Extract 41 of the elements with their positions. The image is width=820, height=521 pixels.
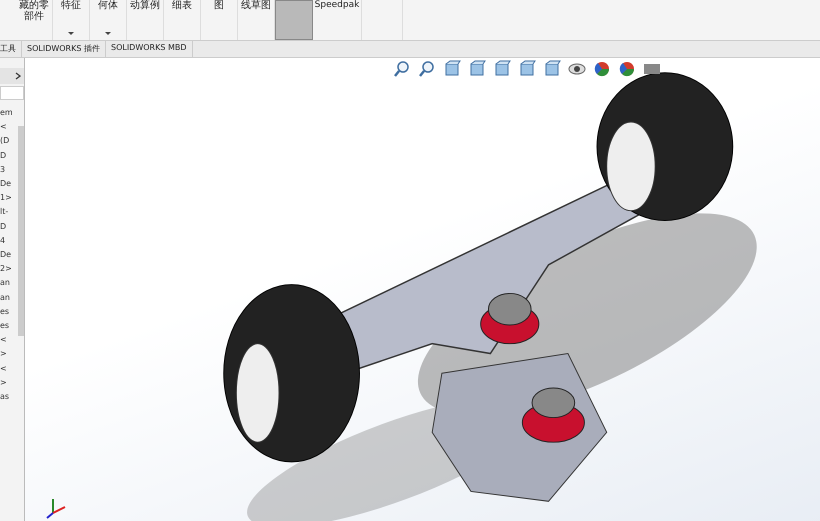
tab[interactable]: 工具 [0,41,22,57]
tree-item[interactable]: lt- [0,205,17,220]
bushing [522,388,585,443]
tree-item[interactable]: es [0,304,17,320]
tree-item[interactable]: 2> [0,262,17,276]
tree-item[interactable]: as [0,390,17,404]
tree-item[interactable]: an [0,276,17,291]
tab[interactable]: SOLIDWORKS 插件 [22,41,106,57]
tree-item[interactable]: es [0,319,17,334]
tree-item[interactable]: D [0,220,17,234]
axis-triad-icon [45,497,67,519]
ribbon-button[interactable]: 特征 [53,0,90,40]
tree-item[interactable]: 1> [0,191,17,206]
tree-item[interactable]: 4 [0,234,17,248]
tree-item[interactable]: em [0,106,17,120]
tree-item[interactable]: > [0,347,17,362]
ribbon-button[interactable]: 动算例 [127,0,164,40]
tree-item[interactable]: < [0,120,17,134]
scrollbar[interactable] [18,126,24,336]
zoom-area-icon[interactable] [418,60,436,78]
ribbon-button[interactable]: 细表 [164,0,201,40]
bushing [480,292,540,344]
caret-icon [68,32,74,35]
tab[interactable]: SOLIDWORKS MBD [106,41,193,57]
tree-item[interactable]: < [0,333,17,348]
tree-item[interactable]: D [0,148,17,163]
tree-item[interactable]: De [0,177,17,192]
zoom-fit-icon[interactable] [393,60,411,78]
chevron-icon[interactable] [15,72,21,80]
tree-item[interactable]: > [0,376,17,390]
ribbon-button[interactable]: 何体 [90,0,127,40]
ribbon-button[interactable]: 藏的零 部件 [16,0,53,40]
tree-item[interactable]: 3 [0,162,17,178]
ribbon-button[interactable]: 图 [201,0,238,40]
tree-item[interactable]: (D [0,134,17,149]
caret-icon [105,32,111,35]
tree-item[interactable]: < [0,362,17,376]
tree-item[interactable]: De [0,248,17,262]
filter-field[interactable] [0,86,24,100]
ribbon-button[interactable]: Speedpak [313,0,362,40]
tree-item[interactable]: an [0,290,17,305]
